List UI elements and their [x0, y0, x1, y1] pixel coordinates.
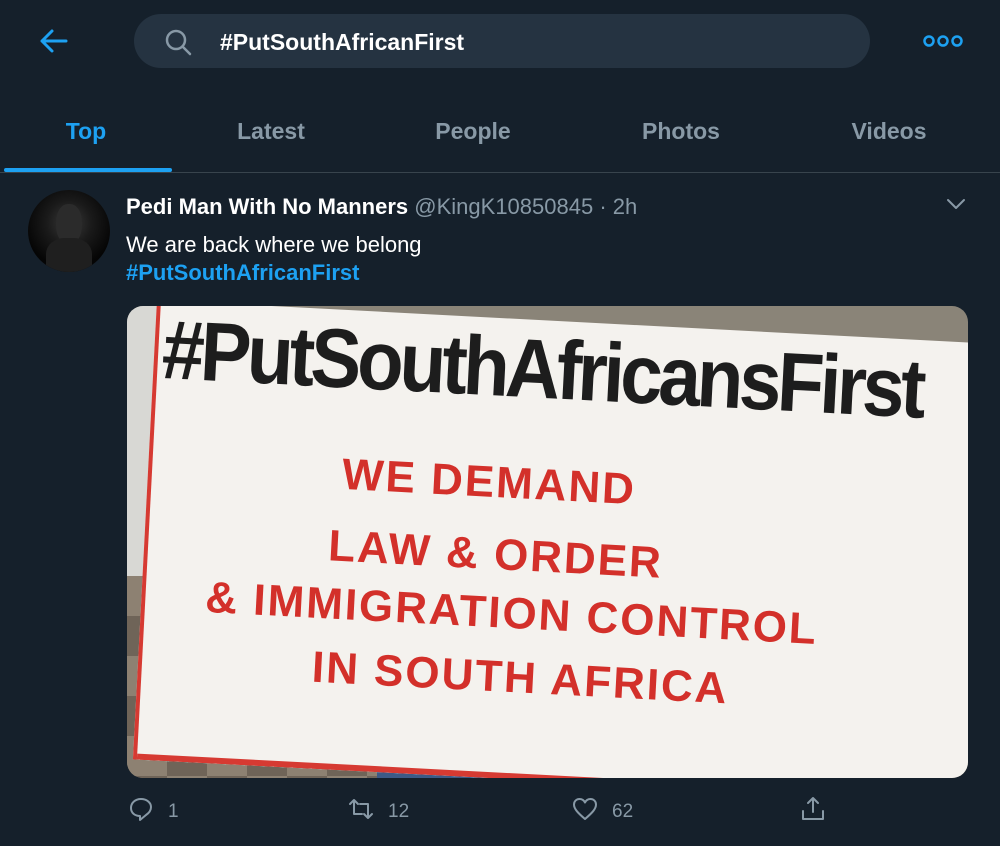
like-count: 62	[612, 801, 634, 822]
search-bar[interactable]	[134, 14, 870, 68]
retweet-button[interactable]: 12	[348, 796, 409, 828]
tweet-header: Pedi Man With No Manners @KingK10850845 …	[126, 194, 637, 220]
like-button[interactable]: 62	[572, 796, 633, 828]
protest-banner: #PutSouthAfricansFirst WE DEMAND LAW & O…	[132, 306, 968, 778]
tweet-hashtag-link[interactable]: #PutSouthAfricanFirst	[126, 260, 359, 286]
tab-people[interactable]: People	[370, 92, 576, 170]
search-icon	[164, 28, 192, 56]
tab-videos[interactable]: Videos	[786, 92, 992, 170]
tweet-photo[interactable]: #PutSouthAfricansFirst WE DEMAND LAW & O…	[127, 306, 968, 778]
author-handle[interactable]: @KingK10850845	[414, 194, 593, 219]
more-options-icon[interactable]	[922, 30, 964, 52]
reply-button[interactable]: 1	[128, 796, 179, 828]
tab-top-label: Top	[65, 117, 107, 144]
tab-latest[interactable]: Latest	[172, 92, 370, 170]
top-bar	[0, 0, 1000, 84]
tab-photos-label: Photos	[642, 117, 720, 144]
share-icon	[800, 796, 826, 828]
active-tab-indicator	[4, 168, 172, 172]
banner-line-1: WE DEMAND	[340, 449, 638, 515]
tab-photos[interactable]: Photos	[576, 92, 786, 170]
search-input[interactable]	[218, 24, 842, 60]
retweet-count: 12	[388, 801, 410, 822]
avatar[interactable]	[28, 190, 110, 272]
meta-separator: ·	[599, 194, 607, 219]
chevron-down-icon[interactable]	[944, 196, 968, 212]
arrow-left-icon[interactable]	[36, 26, 72, 56]
banner-line-2: LAW & ORDER	[327, 521, 665, 588]
banner-headline: #PutSouthAfricansFirst	[159, 306, 925, 437]
tweet-actions: 1 12 62	[0, 788, 1000, 838]
heart-icon	[572, 796, 598, 828]
tab-latest-label: Latest	[237, 117, 305, 144]
tweet[interactable]: Pedi Man With No Manners @KingK10850845 …	[0, 174, 1000, 846]
search-tabs: Top Latest People Photos Videos	[0, 92, 1000, 173]
tab-top[interactable]: Top	[0, 92, 172, 172]
reply-icon	[128, 796, 154, 828]
author-name[interactable]: Pedi Man With No Manners	[126, 194, 408, 219]
share-button[interactable]	[800, 796, 826, 828]
tab-videos-label: Videos	[851, 117, 927, 144]
tab-people-label: People	[435, 117, 511, 144]
reply-count: 1	[168, 801, 179, 822]
tweet-time[interactable]: 2h	[613, 194, 637, 219]
retweet-icon	[348, 796, 374, 828]
banner-line-3: & IMMIGRATION CONTROL	[204, 572, 820, 655]
banner-line-4: IN SOUTH AFRICA	[310, 642, 730, 714]
tweet-text: We are back where we belong	[126, 232, 422, 257]
